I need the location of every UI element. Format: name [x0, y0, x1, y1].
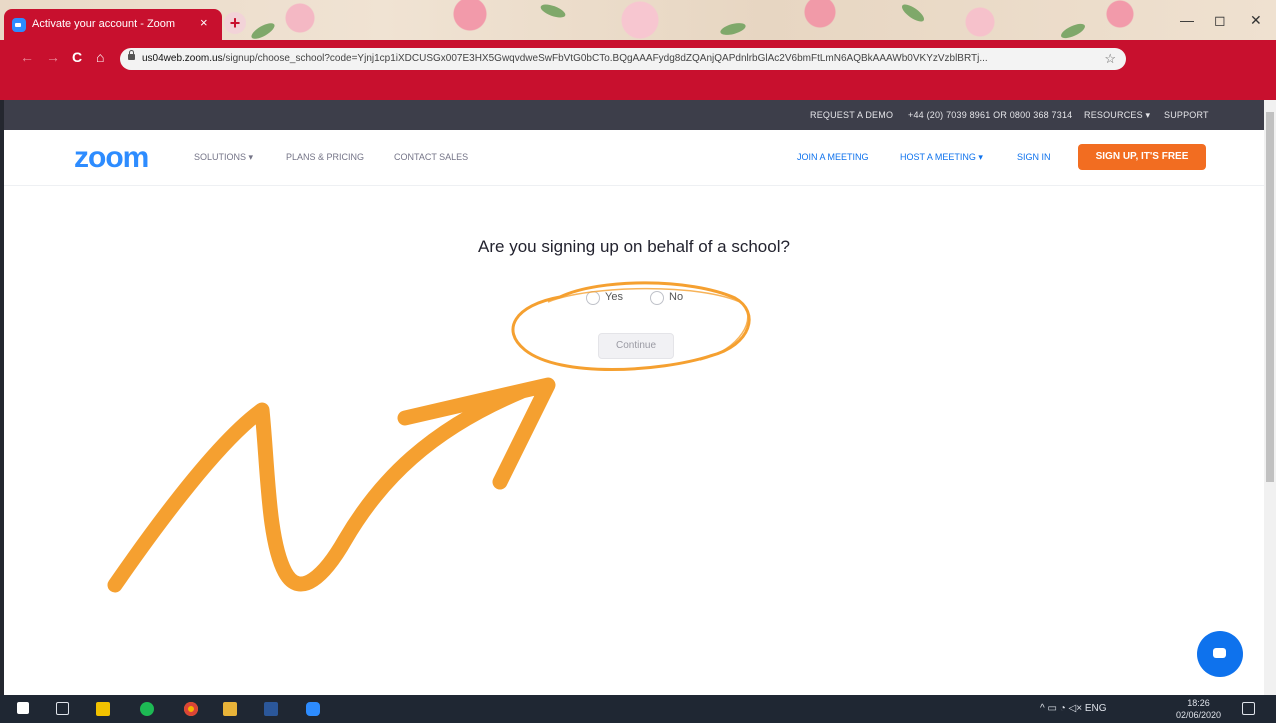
zoom-app-icon[interactable] — [306, 702, 320, 716]
clock-date: 02/06/2020 — [1176, 710, 1222, 720]
annotation-circle-stroke — [547, 287, 749, 361]
notifications-icon[interactable] — [1242, 702, 1255, 715]
system-tray[interactable]: ^ ▭ ◔ ◁× ENG — [1040, 703, 1107, 714]
annotation-arrow — [107, 384, 528, 593]
annotation-overlay — [107, 281, 751, 593]
spotify-icon[interactable] — [140, 702, 154, 716]
annotation-arrowhead — [397, 377, 556, 490]
word-icon[interactable] — [264, 702, 278, 716]
task-view-icon[interactable] — [56, 702, 69, 715]
file-explorer-icon[interactable] — [223, 702, 237, 716]
chrome-icon[interactable] — [184, 702, 198, 716]
windows-start-icon[interactable] — [17, 702, 29, 714]
sticky-notes-icon[interactable] — [96, 702, 110, 716]
annotation-circle — [511, 281, 751, 371]
clock-time: 18:26 — [1187, 698, 1210, 708]
taskbar-clock[interactable]: 18:26 02/06/2020 — [1176, 697, 1221, 721]
windows-taskbar: ^ ▭ ◔ ◁× ENG 18:26 02/06/2020 — [0, 695, 1276, 723]
